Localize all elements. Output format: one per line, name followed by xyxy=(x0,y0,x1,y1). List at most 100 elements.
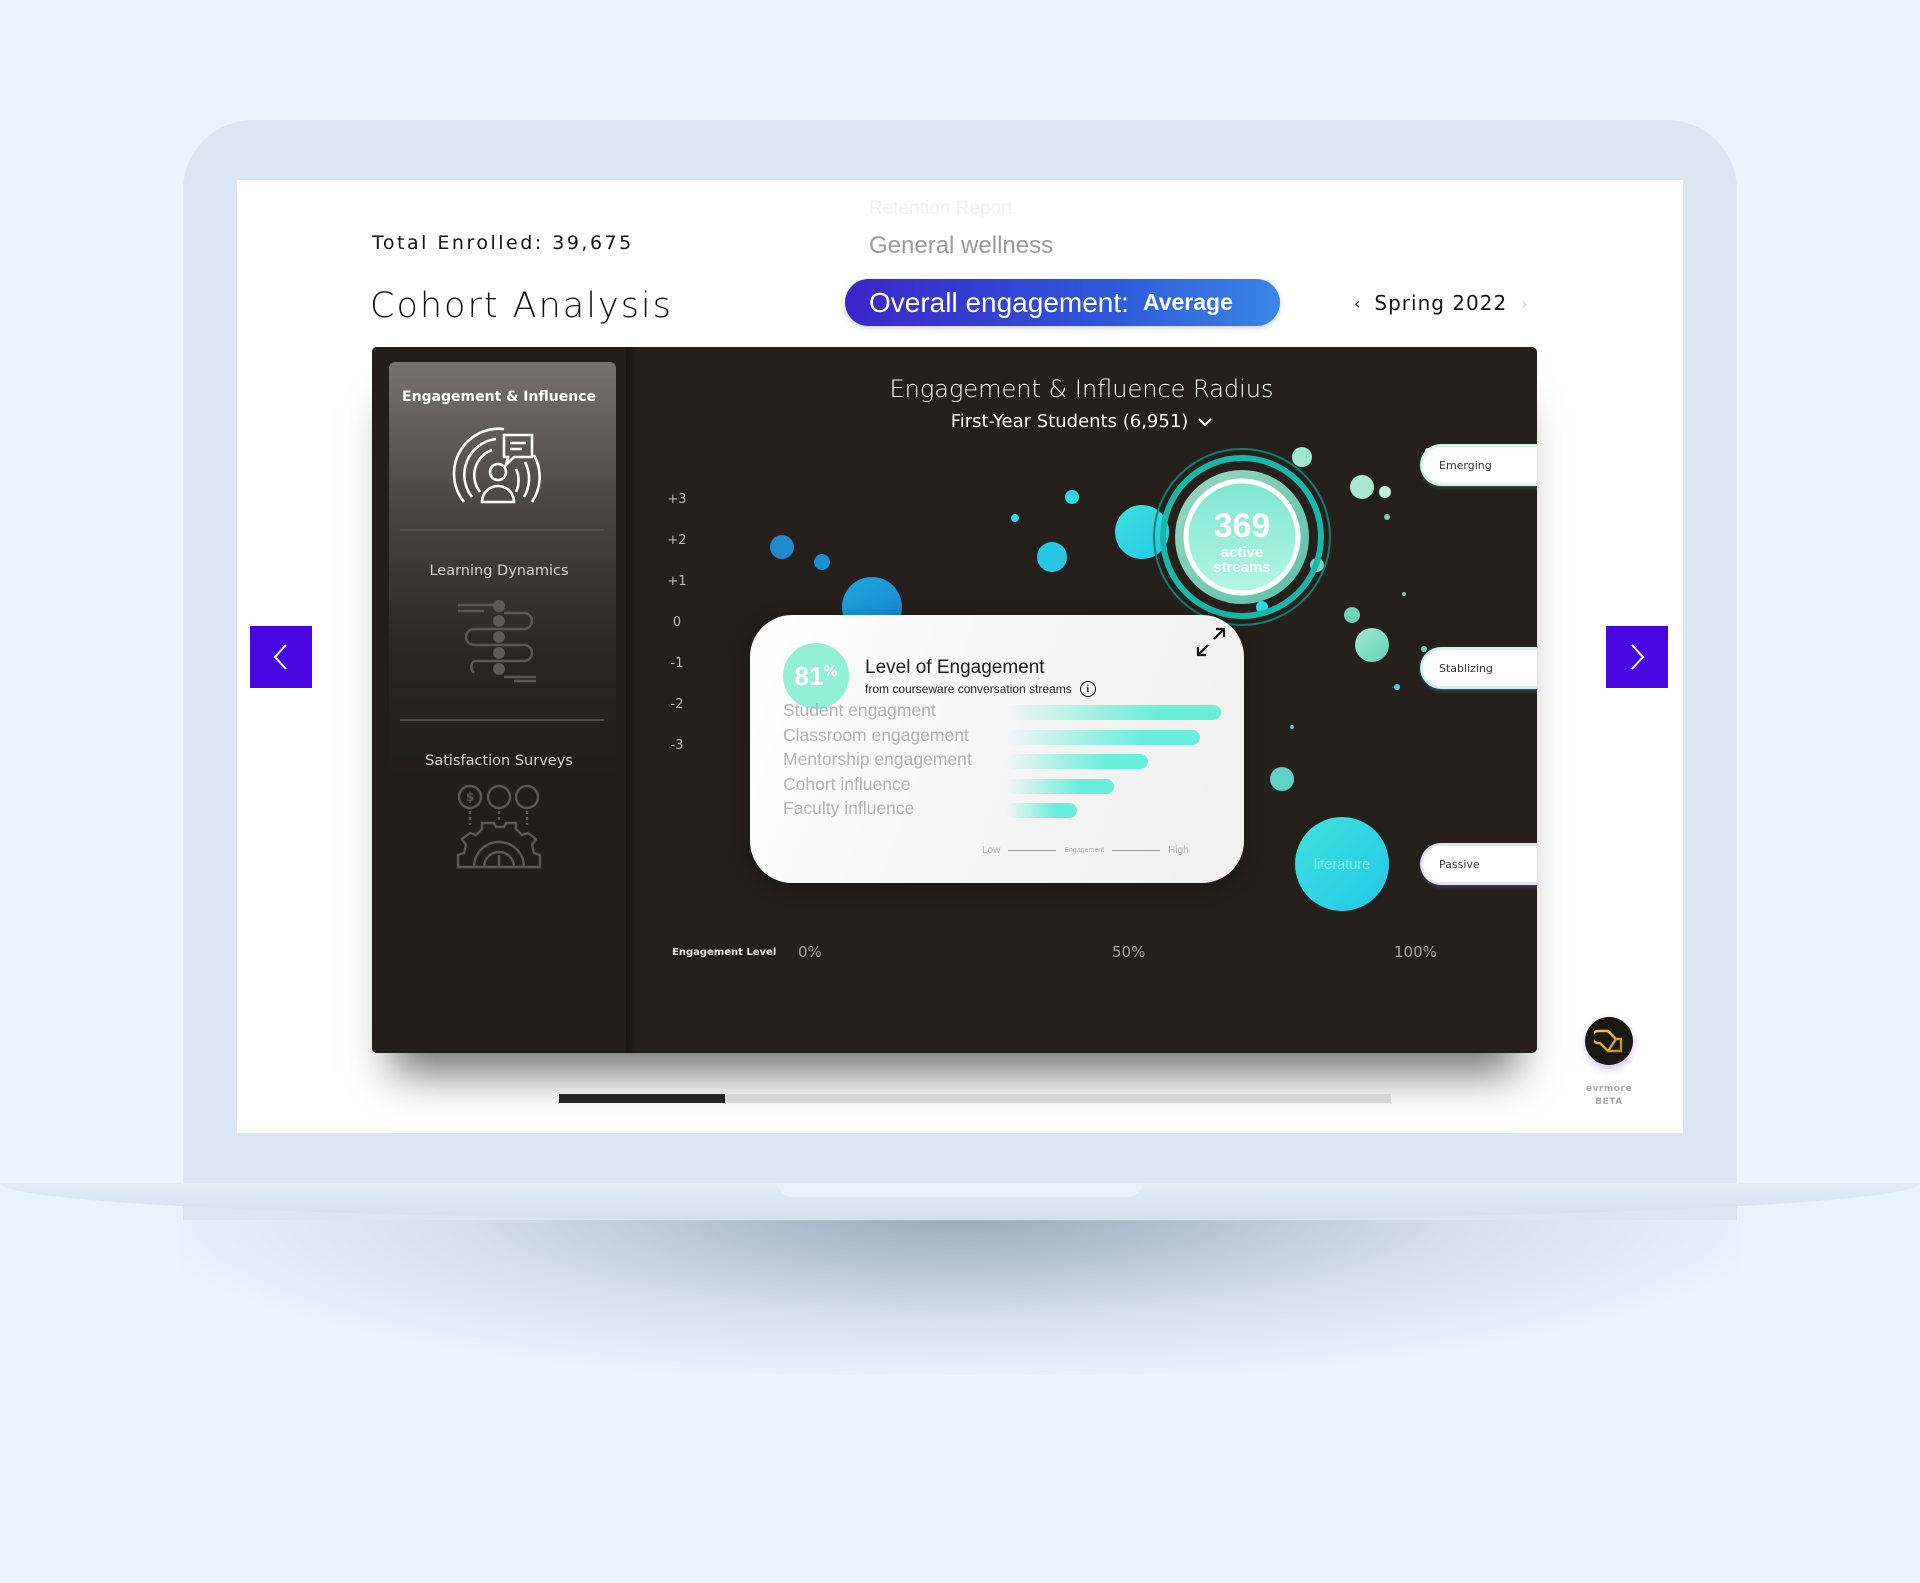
metric-row: Faculty influence xyxy=(783,798,1223,822)
slide-progress-bar[interactable] xyxy=(559,1094,1391,1103)
sidebar-item-label: Satisfaction Surveys xyxy=(425,753,573,769)
engagement-radius-icon xyxy=(452,427,541,504)
sidebar-item-label: Engagement & Influence xyxy=(402,389,596,405)
bubble-literature[interactable]: literature xyxy=(1295,817,1389,911)
slide-progress-fill xyxy=(559,1094,726,1103)
next-slide-button[interactable] xyxy=(1606,626,1668,688)
card-subtitle: from courseware conversation streams i xyxy=(865,681,1096,697)
legend-line xyxy=(1112,849,1161,852)
bubble[interactable] xyxy=(1011,514,1019,522)
sidebar-item-engagement-influence[interactable]: Engagement & Influence xyxy=(372,389,626,516)
bubble[interactable] xyxy=(814,554,830,570)
brand-tag: BETA xyxy=(1595,1097,1623,1107)
engagement-legend: Low Engagement High xyxy=(982,845,1189,856)
bubble[interactable] xyxy=(1350,475,1374,499)
engagement-pill-value: Average xyxy=(1142,289,1233,315)
y-tick: +3 xyxy=(667,492,687,507)
engagement-percent-value: 81 xyxy=(794,660,824,691)
metric-bar xyxy=(1006,778,1114,794)
active-streams-cluster[interactable]: 369 active streams xyxy=(1153,448,1331,626)
card-subtitle-text: from courseware conversation streams xyxy=(865,682,1072,696)
bubble[interactable] xyxy=(1379,486,1391,498)
learning-path-icon xyxy=(458,600,536,683)
bubble[interactable] xyxy=(1402,592,1406,596)
active-streams-count: 369 xyxy=(1214,507,1271,545)
cohort-selector[interactable]: First-Year Students (6,951) xyxy=(626,411,1537,432)
bubble[interactable] xyxy=(1065,490,1079,504)
brand-text: evrmore BETA xyxy=(1567,1083,1651,1109)
metric-row: Student engagment xyxy=(783,700,1223,724)
expand-icon[interactable] xyxy=(1194,625,1228,659)
season-selector: ‹ Spring 2022 › xyxy=(1354,291,1528,315)
engagement-percent-symbol: % xyxy=(823,664,838,680)
sidebar-divider xyxy=(400,529,604,531)
card-title: Level of Engagement xyxy=(865,657,1045,678)
bubble[interactable] xyxy=(1421,646,1427,652)
dashboard-panel: 369 active streams literature Engagement… xyxy=(372,347,1537,1053)
cohort-selector-label: First-Year Students (6,951) xyxy=(950,411,1189,432)
brand-name: evrmore xyxy=(1585,1084,1632,1094)
season-next-button[interactable]: › xyxy=(1521,294,1527,313)
previous-slide-button[interactable] xyxy=(250,626,312,688)
laptop-notch xyxy=(778,1183,1142,1197)
report-option-general-wellness[interactable]: General wellness xyxy=(869,232,1053,260)
report-option-retention[interactable]: Retention Report xyxy=(869,198,1013,220)
evrmore-logo[interactable] xyxy=(1585,1017,1633,1065)
engagement-pill-label: Overall engagement: xyxy=(869,286,1129,318)
chevron-down-icon xyxy=(1198,417,1213,426)
legend-mid: Engagement xyxy=(1064,847,1105,854)
total-enrolled: Total Enrolled: 39,675 xyxy=(372,232,634,254)
y-tick: -1 xyxy=(670,656,684,671)
sidebar-item-label: Learning Dynamics xyxy=(429,563,569,579)
bubble[interactable] xyxy=(1270,767,1294,791)
season-prev-button[interactable]: ‹ xyxy=(1354,294,1360,313)
chart-title: Engagement & Influence Radius xyxy=(889,375,1274,403)
sidebar-item-learning-dynamics[interactable]: Learning Dynamics xyxy=(372,563,626,687)
sidebar-item-satisfaction-surveys[interactable]: Satisfaction Surveys $ xyxy=(372,753,626,875)
bubble[interactable] xyxy=(770,535,794,559)
metric-label: Mentorship engagement xyxy=(783,749,972,769)
bubble[interactable] xyxy=(1292,447,1312,467)
bubble[interactable] xyxy=(1384,514,1390,520)
info-icon[interactable]: i xyxy=(1079,681,1096,697)
bubble[interactable] xyxy=(1344,607,1360,623)
x-tick-0: 0% xyxy=(798,943,822,961)
sidebar: Engagement & Influence Learning Dynamics… xyxy=(372,347,626,1053)
metric-label: Cohort influence xyxy=(783,773,911,794)
legend-high: High xyxy=(1168,845,1189,856)
active-streams-label-2: streams xyxy=(1213,559,1271,576)
bubble[interactable] xyxy=(1394,684,1400,690)
legend-line xyxy=(1008,849,1057,852)
y-tick: +1 xyxy=(667,574,687,589)
evrmore-logo-icon xyxy=(1594,1029,1623,1053)
y-tick: -3 xyxy=(670,738,684,753)
metric-row: Classroom engagement xyxy=(783,725,1223,749)
metric-bar xyxy=(1006,803,1077,818)
season-label: Spring 2022 xyxy=(1374,291,1508,315)
legend-low: Low xyxy=(982,845,1001,856)
level-of-engagement-card: 81 % Level of Engagement from courseware… xyxy=(750,615,1244,883)
bubble[interactable] xyxy=(1290,725,1294,729)
bubble[interactable] xyxy=(1037,542,1067,572)
chevron-right-icon xyxy=(1631,644,1645,670)
laptop-screen: Total Enrolled: 39,675 Cohort Analysis R… xyxy=(237,180,1683,1133)
y-tick: -2 xyxy=(670,697,684,712)
laptop-shadow xyxy=(180,1215,1740,1375)
stage-tag-stablizing[interactable]: Stablizing xyxy=(1423,650,1537,686)
page-title: Cohort Analysis xyxy=(370,286,673,326)
metric-row: Mentorship engagement xyxy=(783,749,1223,773)
bubble[interactable] xyxy=(1355,628,1389,662)
sidebar-divider xyxy=(400,719,604,721)
stage-tag-emerging[interactable]: Emerging xyxy=(1423,447,1537,483)
metric-bar xyxy=(1006,729,1200,745)
x-tick-50: 50% xyxy=(1112,943,1146,961)
metric-label: Classroom engagement xyxy=(783,724,969,745)
metric-label: Student engagment xyxy=(783,700,936,720)
y-tick: 0 xyxy=(672,615,682,630)
metric-label: Faculty influence xyxy=(783,798,915,818)
satisfaction-gauge-icon: $ xyxy=(456,784,542,869)
overall-engagement-pill[interactable]: Overall engagement: Average xyxy=(845,279,1280,326)
x-tick-100: 100% xyxy=(1394,943,1437,961)
x-axis-label: Engagement Level xyxy=(672,947,777,958)
stage-tag-passive[interactable]: Passive xyxy=(1423,846,1537,882)
